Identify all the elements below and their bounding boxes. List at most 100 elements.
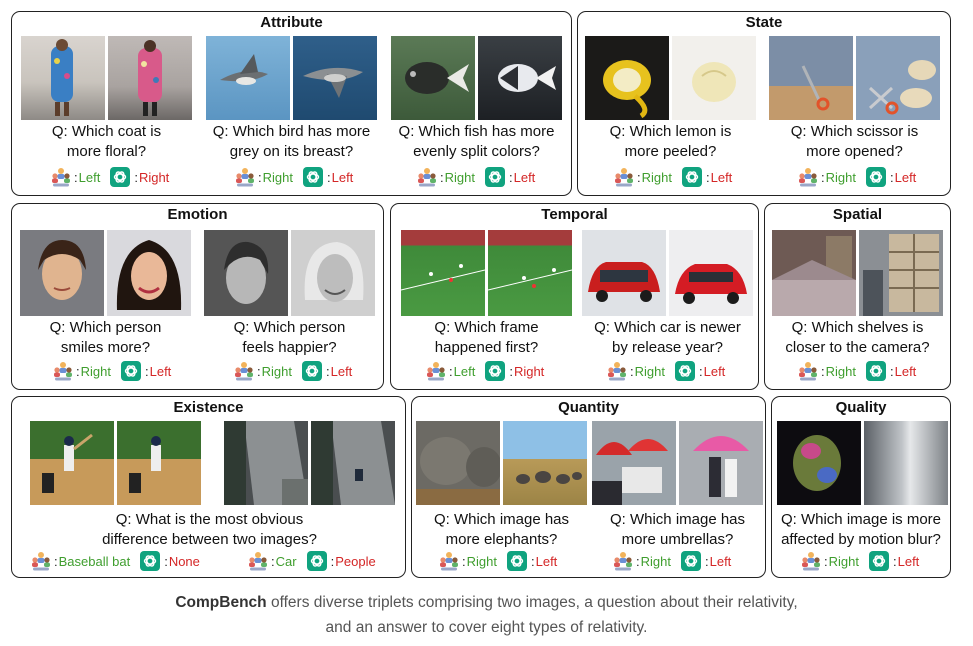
gpt-answer: Right bbox=[138, 169, 170, 185]
human-answer: Right bbox=[80, 363, 111, 379]
image-car-left bbox=[582, 230, 666, 316]
brand-name: CompBench bbox=[175, 594, 267, 611]
image-umbrellas-left bbox=[592, 421, 676, 505]
question-scissor: Q: Which scissor is more opened? bbox=[790, 123, 919, 160]
image-blur-left bbox=[777, 421, 861, 505]
chatgpt-logo-icon bbox=[302, 167, 323, 187]
chatgpt-logo-icon bbox=[865, 167, 886, 187]
people-group-icon bbox=[606, 360, 628, 382]
human-answer: Right bbox=[641, 169, 672, 185]
answer-row: : Right : Left bbox=[613, 166, 732, 188]
answer-row: : Right : Left bbox=[416, 166, 535, 188]
chatgpt-logo-icon bbox=[674, 361, 695, 381]
human-answer: Right bbox=[825, 363, 856, 379]
people-group-icon bbox=[438, 550, 460, 572]
chatgpt-logo-icon bbox=[681, 167, 702, 187]
human-answer: Baseball bat bbox=[58, 553, 131, 569]
answer-row: : Right : Left bbox=[797, 360, 916, 382]
people-group-icon bbox=[233, 360, 255, 382]
question-happier: Q: Which person feels happier? bbox=[233, 319, 346, 356]
answer-row: : Left : Right bbox=[50, 166, 169, 188]
question-blur: Q: Which image is more affected by motion… bbox=[780, 511, 942, 548]
panel-title: Temporal bbox=[541, 206, 608, 223]
chatgpt-logo-icon bbox=[120, 361, 141, 381]
image-car-right bbox=[669, 230, 753, 316]
answer-row: : Right : Left bbox=[234, 166, 353, 188]
people-group-icon bbox=[797, 166, 819, 188]
image-face-left bbox=[20, 230, 104, 316]
image-shelves-left bbox=[772, 230, 856, 316]
image-face-bw-left bbox=[204, 230, 288, 316]
question-lemon: Q: Which lemon is more peeled? bbox=[609, 123, 732, 160]
people-group-icon bbox=[613, 166, 635, 188]
people-group-icon bbox=[425, 360, 447, 382]
panel-spatial: Spatial Q: Which shelves is closer to the… bbox=[764, 203, 951, 390]
gpt-answer: People bbox=[335, 553, 376, 569]
image-frame-left bbox=[401, 230, 485, 316]
image-lemon-left bbox=[585, 36, 669, 120]
image-blur-right bbox=[864, 421, 948, 505]
image-fish-right bbox=[478, 36, 562, 120]
image-elephants-left bbox=[416, 421, 500, 505]
human-answer: Right bbox=[634, 363, 665, 379]
image-elephants-right bbox=[503, 421, 587, 505]
answer-row: : Right : Left bbox=[438, 550, 557, 572]
panel-title: Quality bbox=[835, 399, 887, 416]
image-fish-left bbox=[391, 36, 475, 120]
caption-line-1: offers diverse triplets comprising two i… bbox=[266, 594, 798, 611]
image-face-right bbox=[107, 230, 191, 316]
image-face-bw-right bbox=[291, 230, 375, 316]
answer-row: : Right : Left bbox=[797, 166, 916, 188]
image-umbrellas-right bbox=[679, 421, 763, 505]
gpt-answer: Left bbox=[894, 363, 917, 379]
human-answer: Left bbox=[78, 169, 101, 185]
panel-temporal: Temporal Q: Which frame happened first? Q… bbox=[390, 203, 759, 390]
image-baseball-right bbox=[117, 421, 201, 505]
gpt-answer: Left bbox=[513, 169, 536, 185]
human-answer: Right bbox=[262, 169, 293, 185]
gpt-answer: Left bbox=[894, 169, 917, 185]
question-frame: Q: Which frame happened first? bbox=[434, 319, 539, 356]
image-road-left bbox=[224, 421, 308, 505]
panel-existence: Existence Q: What is the most obvious dif… bbox=[11, 396, 406, 578]
question-car: Q: Which car is newer by release year? bbox=[594, 319, 741, 356]
image-scissor-left bbox=[769, 36, 853, 120]
human-answer: Right bbox=[261, 363, 292, 379]
panel-attribute: Attribute Q: Which coat is more floral? Q… bbox=[11, 11, 572, 196]
chatgpt-logo-icon bbox=[110, 167, 131, 187]
panel-emotion: Emotion Q: Which person smiles more? Q: W… bbox=[11, 203, 384, 390]
gpt-answer: Left bbox=[535, 553, 558, 569]
people-group-icon bbox=[797, 360, 819, 382]
question-existence: Q: What is the most obvious difference be… bbox=[102, 511, 317, 548]
image-bird-left bbox=[206, 36, 290, 120]
gpt-answer: Right bbox=[513, 363, 545, 379]
image-coat-left bbox=[21, 36, 105, 120]
human-answer: Left bbox=[453, 363, 476, 379]
panel-title: Spatial bbox=[832, 206, 883, 223]
image-lemon-right bbox=[672, 36, 756, 120]
figure-caption: CompBench offers diverse triplets compri… bbox=[0, 592, 973, 614]
gpt-answer: Left bbox=[897, 553, 920, 569]
people-group-icon bbox=[612, 550, 634, 572]
answer-row: : Right : Left bbox=[612, 550, 731, 572]
human-answer: Right bbox=[828, 553, 859, 569]
chatgpt-logo-icon bbox=[506, 551, 527, 571]
people-group-icon bbox=[247, 550, 269, 572]
people-group-icon bbox=[50, 166, 72, 188]
gpt-answer: Left bbox=[331, 169, 354, 185]
chatgpt-logo-icon bbox=[306, 551, 327, 571]
chatgpt-logo-icon bbox=[140, 551, 161, 571]
answer-row: : Right : Left bbox=[233, 360, 352, 382]
image-road-right bbox=[311, 421, 395, 505]
people-group-icon bbox=[234, 166, 256, 188]
human-answer: Right bbox=[444, 169, 475, 185]
people-group-icon bbox=[30, 550, 52, 572]
question-shelves: Q: Which shelves is closer to the camera? bbox=[785, 319, 930, 356]
human-answer: Car bbox=[275, 553, 297, 569]
people-group-icon bbox=[800, 550, 822, 572]
image-coat-right bbox=[108, 36, 192, 120]
human-answer: Right bbox=[466, 553, 497, 569]
gpt-answer: Left bbox=[330, 363, 353, 379]
human-answer: Right bbox=[825, 169, 856, 185]
panel-state: State Q: Which lemon is more peeled? Q: W… bbox=[577, 11, 951, 196]
